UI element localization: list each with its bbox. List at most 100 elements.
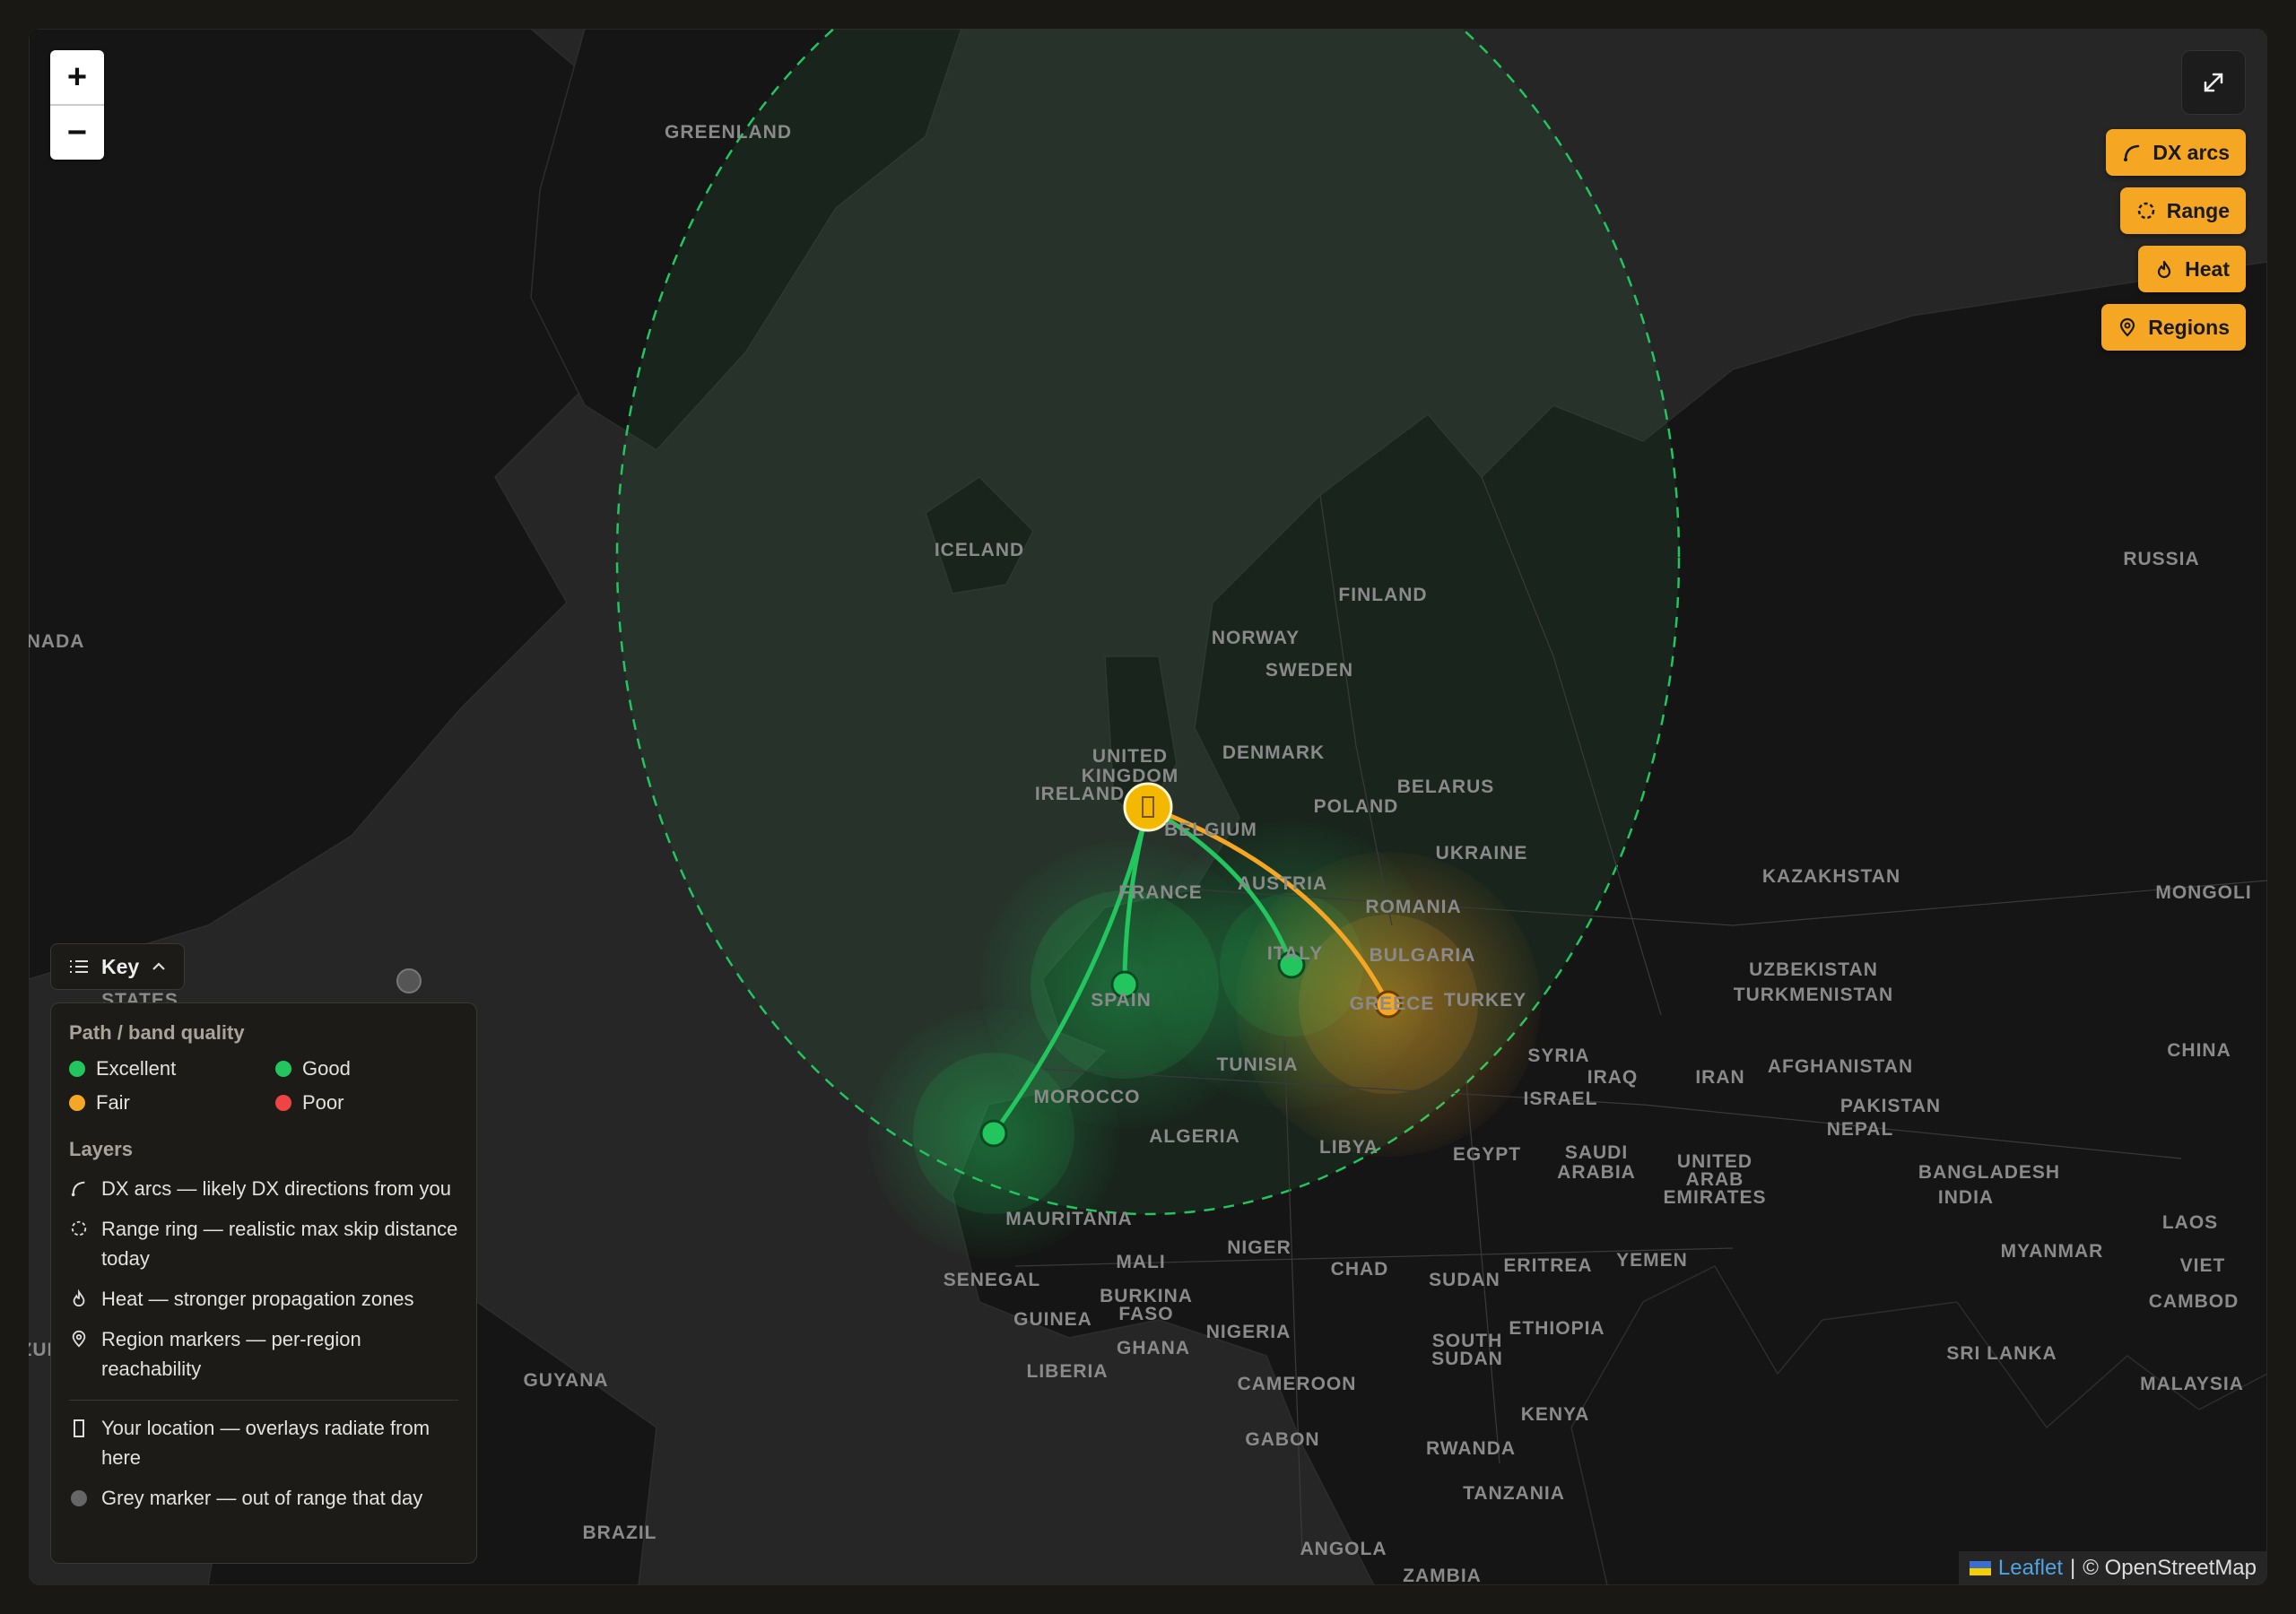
quality-label: Poor bbox=[302, 1091, 344, 1114]
country-label: UZBEKISTAN bbox=[1749, 959, 1878, 980]
heat-button[interactable]: Heat bbox=[2138, 246, 2246, 292]
key-label: Key bbox=[101, 954, 140, 978]
poor-dot-icon bbox=[275, 1095, 291, 1111]
key-toggle-button[interactable]: Key bbox=[50, 943, 186, 990]
heat-label: Heat bbox=[2185, 256, 2230, 281]
grey-region-marker[interactable] bbox=[396, 968, 422, 994]
country-label: ZAMBIA bbox=[1403, 1566, 1482, 1585]
legend-row: Grey marker — out of range that day bbox=[69, 1483, 458, 1513]
country-label: ANADA bbox=[29, 631, 84, 652]
quality-item: Good bbox=[275, 1057, 455, 1080]
map-pin-icon bbox=[2120, 317, 2135, 337]
good-dot-icon bbox=[275, 1061, 291, 1077]
legend-row: Heat — stronger propagation zones bbox=[69, 1284, 458, 1314]
country-label: SPAIN bbox=[1091, 990, 1152, 1011]
country-label: MAURITANIA bbox=[1005, 1209, 1132, 1229]
country-label: BANGLADESH bbox=[1918, 1162, 2060, 1183]
country-label: BRAZIL bbox=[583, 1523, 657, 1543]
country-label: BELGIUM bbox=[1164, 820, 1257, 840]
country-label: GHANA bbox=[1117, 1338, 1190, 1358]
country-label: SENEGAL bbox=[944, 1270, 1041, 1290]
country-label: ROMANIA bbox=[1365, 897, 1461, 917]
country-label: GUINEA bbox=[1013, 1309, 1092, 1330]
region-marker-morocco[interactable] bbox=[979, 1119, 1008, 1148]
legend-row: Your location — overlays radiate from he… bbox=[69, 1413, 458, 1472]
country-label: IRAQ bbox=[1587, 1067, 1639, 1088]
expand-icon bbox=[2204, 73, 2223, 92]
country-label: YEMEN bbox=[1616, 1250, 1688, 1271]
location-icon bbox=[74, 1419, 84, 1437]
country-label: ARABIA bbox=[1557, 1162, 1636, 1183]
country-label: LIBYA bbox=[1319, 1137, 1378, 1158]
country-label: ISRAEL bbox=[1523, 1089, 1597, 1109]
fullscreen-button[interactable] bbox=[2181, 50, 2246, 115]
country-label: INDIA bbox=[1938, 1187, 1994, 1208]
leaflet-link[interactable]: Leaflet bbox=[1998, 1556, 2063, 1581]
country-label: SWEDEN bbox=[1265, 660, 1353, 681]
ukraine-flag-icon bbox=[1969, 1561, 1991, 1575]
country-label: MONGOLI bbox=[2155, 882, 2251, 903]
country-label: AFGHANISTAN bbox=[1768, 1056, 1913, 1077]
country-label: NORWAY bbox=[1212, 628, 1300, 648]
country-label: TANZANIA bbox=[1463, 1483, 1565, 1504]
flame-icon bbox=[73, 1289, 85, 1307]
country-label: FRANCE bbox=[1118, 882, 1203, 903]
quality-label: Excellent bbox=[96, 1057, 177, 1080]
fair-dot-icon bbox=[69, 1095, 85, 1111]
country-label: CAMEROON bbox=[1238, 1374, 1357, 1394]
country-label: TURKEY bbox=[1444, 990, 1526, 1011]
country-label: AUSTRIA bbox=[1238, 873, 1327, 894]
country-label: GREENLAND bbox=[665, 122, 792, 143]
country-label: TURKMENISTAN bbox=[1734, 985, 1893, 1005]
country-label: ERITREA bbox=[1503, 1255, 1592, 1276]
country-label: MALAYSIA bbox=[2140, 1374, 2244, 1394]
country-label: SUDAN bbox=[1431, 1349, 1503, 1369]
regions-label: Regions bbox=[2148, 315, 2230, 339]
quality-item: Fair bbox=[69, 1091, 275, 1115]
quality-list: Excellent Good Fair Poor bbox=[69, 1057, 458, 1115]
legend-row: Region markers — per-region reachability bbox=[69, 1324, 458, 1384]
legend-layers-title: Layers bbox=[69, 1138, 133, 1160]
flame-icon bbox=[2158, 260, 2171, 279]
map-container[interactable]: GREENLAND ICELAND NORWAY SWEDEN FINLAND RUSSI… bbox=[29, 29, 2267, 1585]
regions-button[interactable]: Regions bbox=[2101, 304, 2246, 351]
country-label: ITALY bbox=[1267, 943, 1323, 964]
country-label: LIBERIA bbox=[1027, 1361, 1109, 1382]
attribution-separator: | bbox=[2069, 1556, 2076, 1580]
zoom-control: + − bbox=[50, 50, 104, 160]
country-label: CHINA bbox=[2167, 1040, 2231, 1061]
legend-row-text: Heat — stronger propagation zones bbox=[101, 1288, 414, 1310]
legend-row-text: Range ring — realistic max skip distance… bbox=[101, 1218, 458, 1270]
legend-row: Range ring — realistic max skip distance… bbox=[69, 1214, 458, 1273]
country-label: RWANDA bbox=[1426, 1438, 1516, 1459]
quality-label: Fair bbox=[96, 1091, 130, 1114]
legend-row-text: Grey marker — out of range that day bbox=[101, 1487, 423, 1509]
range-label: Range bbox=[2166, 198, 2230, 222]
country-label: POLAND bbox=[1314, 796, 1399, 817]
zoom-out-button[interactable]: − bbox=[50, 104, 104, 160]
range-button[interactable]: Range bbox=[2119, 187, 2246, 234]
dx-arcs-label: DX arcs bbox=[2152, 140, 2230, 164]
legend-row-text: DX arcs — likely DX directions from you bbox=[101, 1177, 451, 1200]
country-label: NIGERIA bbox=[1206, 1322, 1292, 1342]
country-label: PAKISTAN bbox=[1840, 1096, 1941, 1116]
country-label: EMIRATES bbox=[1664, 1187, 1767, 1208]
country-label: CAMBOD bbox=[2149, 1291, 2239, 1312]
country-label: UNITED bbox=[1092, 746, 1168, 767]
country-label: KAZAKHSTAN bbox=[1762, 866, 1900, 887]
country-label: SYRIA bbox=[1527, 1046, 1589, 1066]
country-label: RUSSIA bbox=[2123, 549, 2199, 569]
country-label: MALI bbox=[1116, 1252, 1165, 1272]
legend-quality-title: Path / band quality bbox=[69, 1021, 245, 1044]
country-label: ANGOLA bbox=[1300, 1539, 1387, 1559]
country-label: GREECE bbox=[1350, 994, 1435, 1014]
dx-arcs-button[interactable]: DX arcs bbox=[2106, 129, 2246, 176]
country-label: NEPAL bbox=[1827, 1119, 1894, 1140]
country-label: LAOS bbox=[2162, 1212, 2218, 1233]
quality-item: Poor bbox=[275, 1091, 455, 1115]
zoom-in-button[interactable]: + bbox=[50, 50, 104, 104]
excellent-dot-icon bbox=[69, 1061, 85, 1077]
osm-link[interactable]: © OpenStreetMap bbox=[2083, 1556, 2257, 1581]
country-label: BULGARIA bbox=[1370, 945, 1476, 966]
country-label: KENYA bbox=[1521, 1404, 1590, 1425]
